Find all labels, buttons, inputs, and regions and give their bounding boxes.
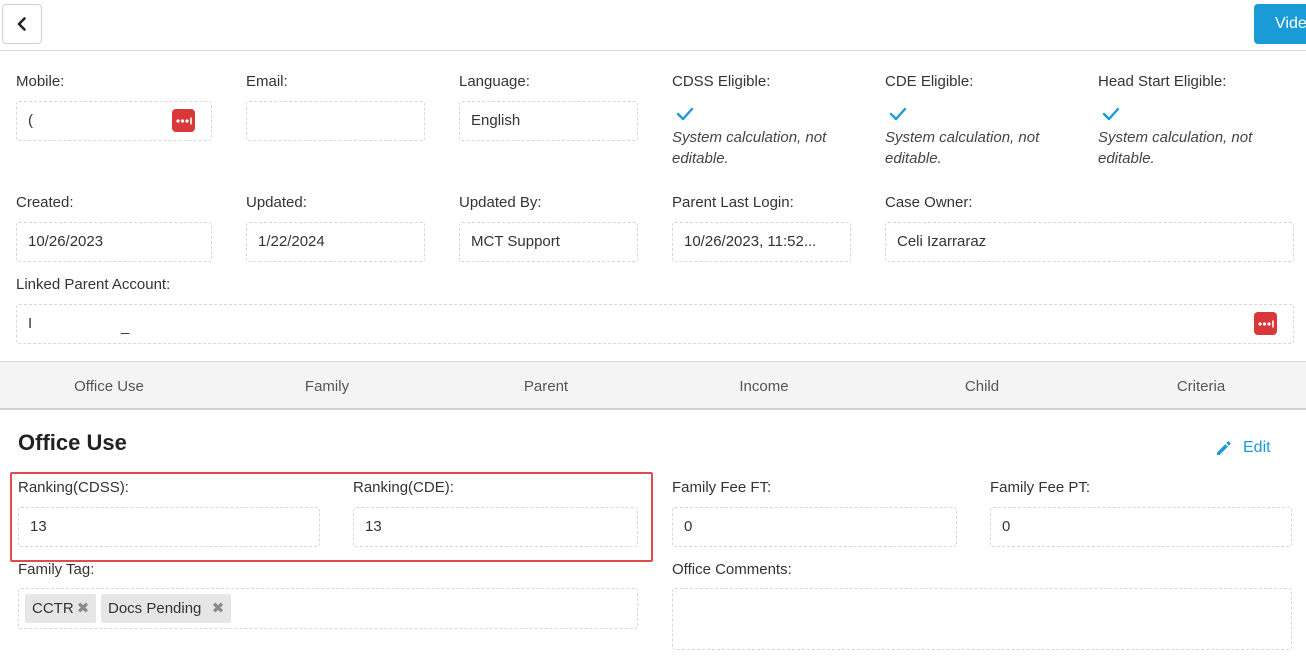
updated-by-label: Updated By: [459,194,542,211]
family-tag-label: Family Tag: [18,561,95,578]
cde-eligible-note: System calculation, not editable. [885,129,1040,167]
tab-child[interactable]: Child [873,362,1091,409]
tab-income[interactable]: Income [655,362,873,409]
tab-office-use[interactable]: Office Use [0,362,218,409]
family-tag-field[interactable]: CCTR ✖ Docs Pending ✖ [18,588,638,629]
section-title: Office Use [18,430,127,455]
language-field[interactable]: English [459,101,638,141]
updated-value: 1/22/2024 [258,233,325,250]
chevron-left-icon [17,17,26,31]
case-owner-label: Case Owner: [885,194,973,211]
parent-last-login-label: Parent Last Login: [672,194,794,211]
checkmark-icon [889,107,907,121]
email-field[interactable] [246,101,425,141]
tag-chip: CCTR ✖ [25,594,96,623]
language-value: English [471,112,521,129]
office-comments-field[interactable] [672,588,1292,650]
top-bar: Video [0,0,1306,51]
mobile-label: Mobile: [16,73,65,90]
created-value: 10/26/2023 [28,233,104,250]
case-owner-field[interactable]: Celi Izarraraz [885,222,1294,262]
family-fee-pt-field[interactable]: 0 [990,507,1292,547]
edit-label: Edit [1243,439,1271,456]
checkmark-icon [676,107,694,121]
updated-label: Updated: [246,194,307,211]
more-dots-icon [175,117,192,124]
video-button[interactable]: Video [1254,4,1306,44]
linked-parent-label: Linked Parent Account: [16,276,171,293]
family-fee-pt-value: 0 [1002,518,1011,535]
tab-parent[interactable]: Parent [437,362,655,409]
parent-last-login-value: 10/26/2023, 11:52... [684,233,817,250]
cdss-eligible-note: System calculation, not editable. [672,129,827,167]
more-dots-icon [1257,320,1274,327]
linked-parent-value: I [28,315,33,332]
edit-button[interactable]: Edit [1215,436,1271,460]
created-field: 10/26/2023 [16,222,212,262]
highlight-box [10,472,653,562]
parent-last-login-field: 10/26/2023, 11:52... [672,222,851,262]
email-label: Email: [246,73,288,90]
created-label: Created: [16,194,74,211]
back-button[interactable] [2,4,42,44]
pencil-icon [1217,441,1231,455]
cde-eligible-label: CDE Eligible: [885,73,974,90]
family-fee-ft-field[interactable]: 0 [672,507,957,547]
close-icon[interactable]: ✖ [211,594,225,623]
checkmark-icon [1102,107,1120,121]
tab-family[interactable]: Family [218,362,436,409]
linked-parent-action-button[interactable] [1254,312,1277,335]
tab-criteria[interactable]: Criteria [1092,362,1306,409]
tag-label: Docs Pending [108,600,202,617]
updated-field: 1/22/2024 [246,222,425,262]
mobile-action-button[interactable] [172,109,195,132]
cdss-eligible-label: CDSS Eligible: [672,73,771,90]
updated-by-field: MCT Support [459,222,638,262]
linked-parent-field[interactable]: I [16,304,1294,344]
head-start-eligible-label: Head Start Eligible: [1098,73,1227,90]
close-icon[interactable]: ✖ [76,594,90,623]
case-owner-value: Celi Izarraraz [897,233,987,250]
section-tabs: Office Use Family Parent Income Child Cr… [0,361,1306,410]
family-fee-pt-label: Family Fee PT: [990,479,1091,496]
family-fee-ft-label: Family Fee FT: [672,479,772,496]
mobile-value: ( [28,112,33,129]
family-fee-ft-value: 0 [684,518,693,535]
tag-chip: Docs Pending ✖ [101,594,231,623]
office-comments-label: Office Comments: [672,561,792,578]
tag-label: CCTR [32,600,74,617]
linked-parent-value-suffix: _ [121,318,130,335]
language-label: Language: [459,73,530,90]
head-start-eligible-note: System calculation, not editable. [1098,129,1253,167]
updated-by-value: MCT Support [471,233,560,250]
